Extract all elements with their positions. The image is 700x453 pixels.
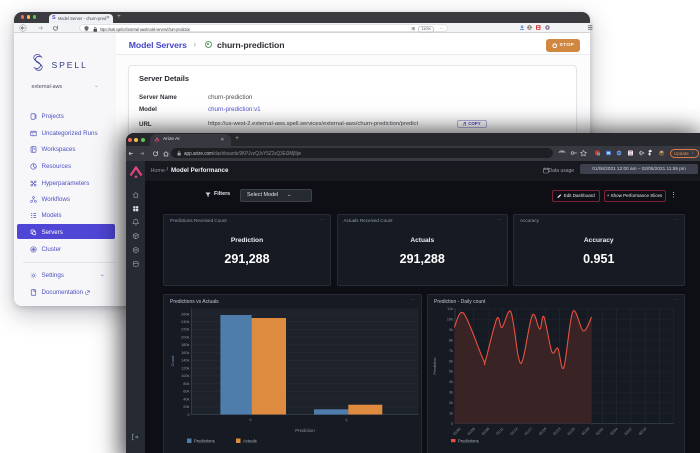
svg-text:Prediction: Prediction [295, 428, 315, 433]
svg-text:01/26: 01/26 [567, 427, 576, 436]
svg-text:2k: 2k [449, 401, 453, 405]
svg-text:100k: 100k [181, 373, 189, 378]
svg-text:20k: 20k [183, 404, 189, 409]
svg-text:Prediction: Prediction [433, 358, 437, 375]
svg-text:1k: 1k [449, 411, 453, 415]
svg-text:01/20: 01/20 [538, 427, 547, 436]
svg-text:140k: 140k [181, 358, 189, 363]
svg-text:01/11: 01/11 [496, 427, 505, 436]
svg-text:5k: 5k [449, 370, 453, 374]
svg-text:Actuals: Actuals [243, 439, 257, 444]
svg-text:1: 1 [344, 417, 348, 422]
svg-text:8k: 8k [449, 338, 453, 342]
svg-text:40k: 40k [183, 396, 189, 401]
svg-text:6k: 6k [449, 359, 453, 363]
svg-text:180k: 180k [181, 342, 189, 347]
svg-text:01/14: 01/14 [510, 427, 519, 436]
svg-text:4k: 4k [449, 380, 453, 384]
svg-text:02/07: 02/07 [624, 427, 633, 436]
svg-text:260k: 260k [181, 311, 189, 316]
svg-text:01/08: 01/08 [481, 427, 490, 436]
svg-text:9k: 9k [449, 328, 453, 332]
svg-text:220k: 220k [181, 327, 189, 332]
svg-text:60k: 60k [183, 389, 189, 394]
svg-text:01/17: 01/17 [524, 427, 533, 436]
svg-text:0: 0 [187, 412, 190, 417]
svg-text:01/23: 01/23 [552, 427, 561, 436]
svg-text:120k: 120k [181, 365, 189, 370]
svg-text:3k: 3k [449, 391, 453, 395]
svg-text:7k: 7k [449, 349, 453, 353]
svg-text:Predictions: Predictions [458, 438, 479, 443]
svg-text:Count: Count [170, 355, 175, 367]
svg-text:10k: 10k [447, 318, 453, 322]
svg-text:02/10: 02/10 [638, 427, 647, 436]
svg-text:01/02: 01/02 [453, 427, 462, 436]
svg-text:02/04: 02/04 [610, 427, 619, 436]
svg-text:240k: 240k [181, 319, 189, 324]
svg-text:80k: 80k [183, 381, 189, 386]
svg-text:11k: 11k [447, 307, 453, 311]
svg-text:01/05: 01/05 [467, 427, 476, 436]
svg-text:0: 0 [451, 422, 453, 426]
svg-text:200k: 200k [181, 335, 189, 340]
svg-text:02/01: 02/01 [595, 427, 604, 436]
svg-text:Predictions: Predictions [194, 439, 215, 444]
svg-text:01/29: 01/29 [581, 427, 590, 436]
svg-text:160k: 160k [181, 350, 189, 355]
svg-text:0: 0 [248, 417, 253, 423]
